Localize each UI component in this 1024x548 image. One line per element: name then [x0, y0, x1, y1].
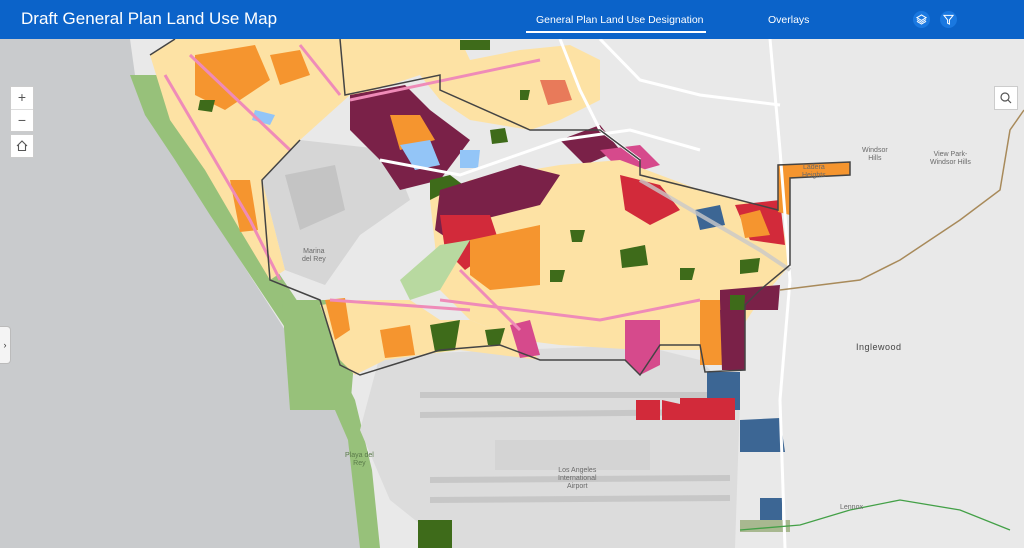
label-lax: Los Angeles International Airport — [558, 467, 597, 491]
tab-land-use-designation[interactable]: General Plan Land Use Designation — [536, 14, 704, 26]
label-view-park: View Park- Windsor Hills — [930, 151, 971, 167]
active-tab-indicator — [526, 31, 706, 33]
open-space-7 — [490, 128, 508, 144]
home-button[interactable] — [10, 134, 34, 158]
commercial-4 — [636, 400, 660, 420]
multi-family-8 — [700, 300, 722, 365]
panel-toggle-button[interactable]: › — [0, 326, 11, 364]
label-text: Los Angeles International Airport — [558, 467, 597, 490]
filter-button[interactable] — [940, 11, 957, 28]
app-title: Draft General Plan Land Use Map — [21, 9, 278, 28]
label-text: Ladera Heights — [802, 164, 826, 179]
home-icon — [16, 140, 28, 152]
label-marina-del-rey: Marina del Rey — [302, 248, 326, 264]
commercial-6 — [680, 398, 735, 420]
land-use-map-canvas[interactable] — [0, 39, 1024, 548]
label-text: Windsor Hills — [862, 147, 888, 162]
label-windsor-hills: Windsor Hills — [862, 147, 888, 163]
open-space-3 — [198, 100, 215, 112]
multi-family-10 — [380, 325, 415, 358]
layers-button[interactable] — [913, 11, 930, 28]
zoom-out-button[interactable]: − — [11, 110, 33, 132]
search-icon — [1000, 92, 1012, 104]
label-text: Playa del Rey — [345, 452, 374, 467]
label-playa-del-rey: Playa del Rey — [345, 452, 374, 468]
label-ladera-heights: Ladera Heights — [802, 164, 826, 180]
terminal-area — [495, 440, 650, 470]
zoom-in-button[interactable]: + — [11, 87, 33, 109]
label-inglewood: Inglewood — [856, 342, 902, 352]
map-view[interactable]: Marina del Rey Ladera Heights Windsor Hi… — [0, 39, 1024, 548]
open-space-16 — [418, 520, 452, 548]
mixed-use-5 — [720, 310, 745, 370]
label-text: Marina del Rey — [302, 248, 326, 263]
industrial-3 — [740, 418, 785, 452]
filter-icon — [943, 14, 954, 25]
open-space-4 — [460, 40, 490, 50]
zoom-controls: + − — [10, 86, 34, 132]
tab-overlays[interactable]: Overlays — [768, 14, 809, 26]
public-facility-3 — [460, 150, 480, 168]
layers-icon — [916, 14, 927, 25]
search-button[interactable] — [994, 86, 1018, 110]
label-lennox: Lennox — [840, 504, 863, 511]
app-header: Draft General Plan Land Use Map General … — [0, 0, 1024, 39]
industrial-4 — [760, 498, 782, 522]
label-text: View Park- Windsor Hills — [930, 151, 971, 166]
open-space-12 — [740, 258, 760, 274]
